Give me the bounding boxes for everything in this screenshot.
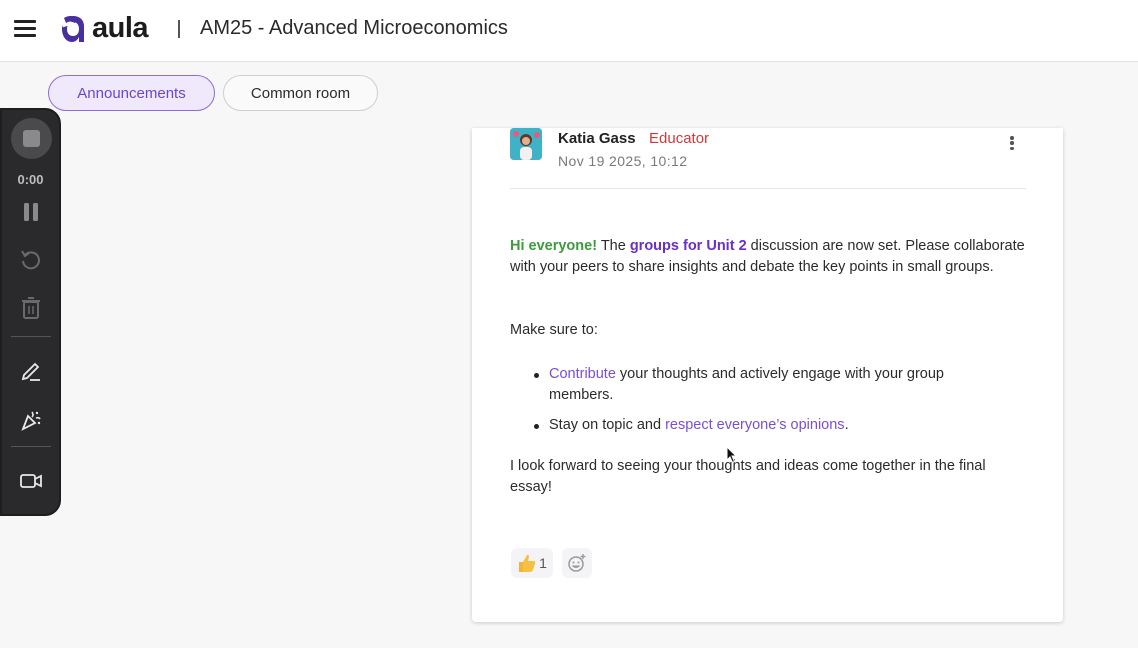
logo-text: aula — [92, 12, 149, 44]
confetti-icon[interactable] — [15, 406, 47, 434]
respect-opinions-link[interactable]: respect everyone’s opinions — [665, 417, 844, 433]
list-item-text: . — [844, 417, 849, 433]
add-emoji-icon — [568, 554, 586, 572]
screen-recorder-panel: 0:00 — [0, 108, 61, 516]
greeting-text: Hi everyone! — [510, 238, 598, 254]
recorder-divider — [11, 336, 51, 337]
post-timestamp: Nov 19 2025, 10:12 — [558, 153, 688, 169]
stop-icon[interactable] — [11, 118, 52, 159]
post-paragraph-2: Make sure to: — [510, 322, 598, 338]
groups-link[interactable]: groups for Unit 2 — [630, 238, 747, 254]
thumbs-up-icon — [519, 554, 536, 572]
hamburger-menu-icon[interactable] — [14, 20, 36, 38]
trash-icon[interactable] — [15, 294, 47, 322]
top-bar: aula AM25 - Advanced Microeconomics — [0, 0, 1138, 62]
list-item: Stay on topic and respect everyone’s opi… — [532, 415, 1012, 436]
reaction-count: 1 — [539, 555, 547, 571]
author-name[interactable]: Katia Gass — [558, 130, 636, 147]
mouse-cursor-icon — [726, 446, 738, 464]
avatar[interactable] — [510, 128, 542, 160]
post-bullet-list: Contribute your thoughts and actively en… — [532, 364, 1012, 445]
course-title: AM25 - Advanced Microeconomics — [200, 17, 508, 39]
camera-icon[interactable] — [15, 467, 47, 495]
tab-announcements[interactable]: Announcements — [48, 75, 215, 111]
post-paragraph-3: I look forward to seeing your thoughts a… — [510, 458, 986, 495]
header-divider — [178, 20, 180, 38]
aula-logo-icon — [60, 14, 84, 42]
more-options-icon[interactable] — [1004, 134, 1020, 152]
post-header-divider — [510, 188, 1026, 189]
announcement-card: Katia Gass Educator Nov 19 2025, 10:12 H… — [472, 128, 1063, 622]
recording-time: 0:00 — [17, 172, 44, 187]
thumbs-up-reaction[interactable]: 1 — [511, 548, 553, 578]
add-reaction-button[interactable] — [562, 548, 592, 578]
tab-common-room[interactable]: Common room — [223, 75, 378, 111]
list-item-text: Stay on topic and — [549, 417, 666, 433]
paragraph-text: The — [597, 238, 630, 254]
author-role-badge: Educator — [649, 130, 710, 147]
restart-icon[interactable] — [15, 246, 47, 274]
contribute-link[interactable]: Contribute — [549, 366, 616, 382]
pause-icon[interactable] — [15, 198, 47, 226]
pen-icon[interactable] — [15, 357, 47, 385]
recorder-divider — [11, 446, 51, 447]
post-paragraph-1: Hi everyone! The groups for Unit 2 discu… — [510, 236, 1030, 278]
list-item: Contribute your thoughts and actively en… — [532, 364, 1012, 406]
aula-logo[interactable]: aula — [60, 12, 149, 45]
